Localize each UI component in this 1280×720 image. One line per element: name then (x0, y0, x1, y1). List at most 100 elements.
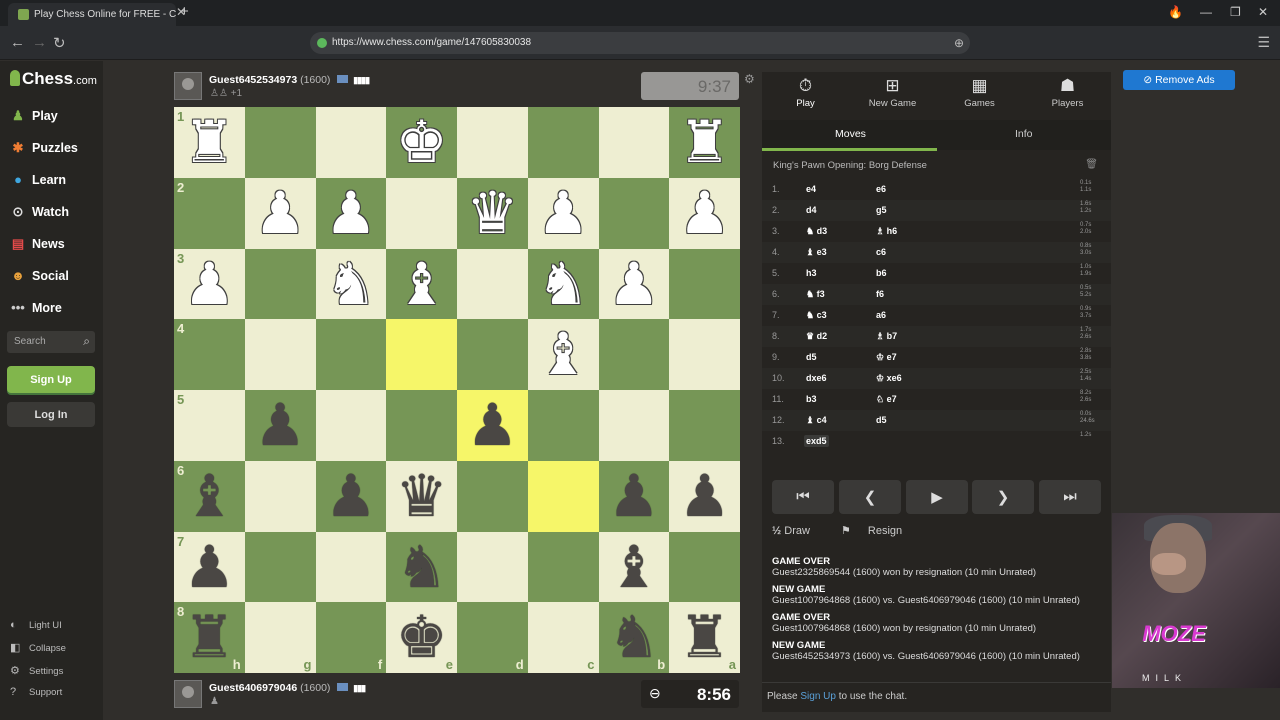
board-square[interactable] (527, 531, 599, 603)
board-square[interactable]: ♟ (244, 390, 316, 461)
board-square[interactable]: 1 ♜ (174, 107, 245, 178)
black-move[interactable]: b6 (876, 268, 887, 278)
chess-piece[interactable]: ♞ (316, 249, 387, 320)
chess-piece[interactable]: ♞ (528, 249, 599, 320)
board-square[interactable]: g (244, 602, 316, 673)
tab-new-game[interactable]: ⊞ New Game (849, 76, 936, 109)
sidebar-item-social[interactable]: ☻ Social (10, 268, 69, 283)
page-action-icon[interactable]: ⊕ (954, 36, 964, 50)
board-square[interactable]: 5 (174, 390, 245, 461)
board-square[interactable] (457, 319, 528, 390)
close-window-icon[interactable]: ✕ (1258, 5, 1268, 19)
chess-piece[interactable]: ♝ (528, 319, 599, 390)
board-square[interactable]: ♟ (669, 177, 740, 249)
white-move[interactable]: ♝ e3 (806, 247, 827, 258)
chess-piece[interactable]: ♛ (386, 461, 457, 532)
board-square[interactable] (386, 177, 457, 249)
black-move[interactable]: g5 (876, 205, 887, 215)
board-square[interactable] (457, 531, 528, 603)
browser-tab[interactable]: Play Chess Online for FREE - C (8, 3, 176, 26)
board-square[interactable]: ♝ (598, 531, 670, 603)
sidebar-item-puzzles[interactable]: ✱ Puzzles (10, 140, 78, 156)
flame-icon[interactable]: 🔥 (1168, 5, 1183, 19)
chess-piece[interactable]: ♟ (669, 178, 740, 249)
board-square[interactable]: 3 ♟ (174, 248, 245, 320)
board-square[interactable]: e ♚ (386, 602, 457, 673)
chess-piece[interactable]: ♜ (174, 107, 245, 178)
sidebar-footer-settings[interactable]: ⚙ Settings (10, 664, 63, 677)
chess-piece[interactable]: ♞ (386, 532, 457, 603)
search-input[interactable]: Search ⌕ (7, 331, 95, 353)
board-square[interactable] (669, 531, 740, 603)
board-square[interactable]: ♝ (527, 319, 599, 390)
sidebar-item-watch[interactable]: ⊙ Watch (10, 204, 70, 220)
top-player-name[interactable]: Guest6452534973 (1600) ▮▮▮▮ (209, 74, 370, 86)
chess-piece[interactable]: ♛ (457, 178, 528, 249)
reload-icon[interactable]: ↻ (53, 34, 66, 52)
chess-piece[interactable]: ♟ (245, 390, 316, 461)
chess-piece[interactable]: ♜ (174, 602, 245, 673)
url-field[interactable]: https://www.chess.com/game/147605830038 … (310, 32, 970, 54)
board-square[interactable]: ♚ (386, 107, 457, 178)
chess-piece[interactable]: ♜ (669, 602, 740, 673)
first-move-button[interactable]: ⏮ (772, 480, 834, 514)
black-move[interactable]: d5 (876, 415, 887, 425)
white-move[interactable]: ♞ f3 (806, 289, 825, 300)
board-square[interactable] (315, 390, 387, 461)
board-square[interactable] (386, 390, 457, 461)
chess-piece[interactable]: ♝ (386, 249, 457, 320)
board-square[interactable] (598, 107, 670, 178)
sidebar-footer-collapse[interactable]: ◧ Collapse (10, 641, 66, 654)
board-square[interactable]: 6 ♝ (174, 460, 245, 532)
board-square[interactable]: a ♜ (669, 602, 740, 673)
black-move[interactable]: ♔ e7 (876, 352, 897, 363)
board-square[interactable] (315, 319, 387, 390)
chess-piece[interactable]: ♝ (599, 532, 670, 603)
board-square[interactable] (527, 390, 599, 461)
chess-piece[interactable]: ♝ (174, 461, 245, 532)
white-move[interactable]: e4 (806, 184, 816, 194)
minimize-icon[interactable]: — (1200, 5, 1212, 19)
last-move-button[interactable]: ⏭ (1039, 480, 1101, 514)
chess-piece[interactable]: ♟ (669, 461, 740, 532)
board-square[interactable] (527, 460, 599, 532)
board-square[interactable]: ♛ (386, 460, 457, 532)
board-square[interactable]: ♛ (457, 177, 528, 249)
white-move[interactable]: h3 (806, 268, 817, 278)
chess-logo[interactable]: Chess.com (10, 69, 97, 89)
restore-icon[interactable]: ❐ (1230, 5, 1241, 19)
subtab-info[interactable]: Info (1015, 128, 1033, 140)
chess-piece[interactable]: ♟ (599, 461, 670, 532)
chess-piece[interactable]: ♞ (599, 602, 670, 673)
black-move[interactable]: a6 (876, 310, 886, 320)
sidebar-item-news[interactable]: ▤ News (10, 236, 65, 252)
board-square[interactable] (598, 177, 670, 249)
chess-piece[interactable]: ♟ (599, 249, 670, 320)
white-move[interactable]: ♝ c4 (806, 415, 827, 426)
board-square[interactable]: 8 h ♜ (174, 602, 245, 673)
board-square[interactable] (669, 319, 740, 390)
tab-players[interactable]: ☗ Players (1024, 76, 1111, 109)
board-square[interactable]: 2 (174, 177, 245, 249)
board-square[interactable]: ♟ (315, 177, 387, 249)
board-square[interactable] (598, 390, 670, 461)
white-move[interactable]: ♞ d3 (806, 226, 827, 237)
search-icon[interactable]: ⌕ (83, 334, 90, 349)
board-square[interactable] (669, 248, 740, 320)
chess-piece[interactable]: ♟ (316, 461, 387, 532)
black-move[interactable]: ♗ b7 (876, 331, 897, 342)
white-move[interactable]: ♞ c3 (806, 310, 827, 321)
chat-sign-up-link[interactable]: Sign Up (800, 691, 836, 702)
black-move[interactable]: ♗ h6 (876, 226, 897, 237)
board-square[interactable]: ♟ (244, 177, 316, 249)
board-square[interactable]: ♟ (457, 390, 528, 461)
black-move[interactable]: f6 (876, 289, 884, 299)
board-square[interactable]: 7 ♟ (174, 531, 245, 603)
chess-piece[interactable]: ♜ (669, 107, 740, 178)
chess-piece[interactable]: ♟ (528, 178, 599, 249)
board-square[interactable] (457, 248, 528, 320)
white-move[interactable]: exd5 (804, 435, 829, 447)
white-move[interactable]: dxe6 (806, 373, 827, 383)
browser-menu-icon[interactable]: ☰ (1257, 34, 1270, 51)
sign-up-button[interactable]: Sign Up (7, 366, 95, 393)
